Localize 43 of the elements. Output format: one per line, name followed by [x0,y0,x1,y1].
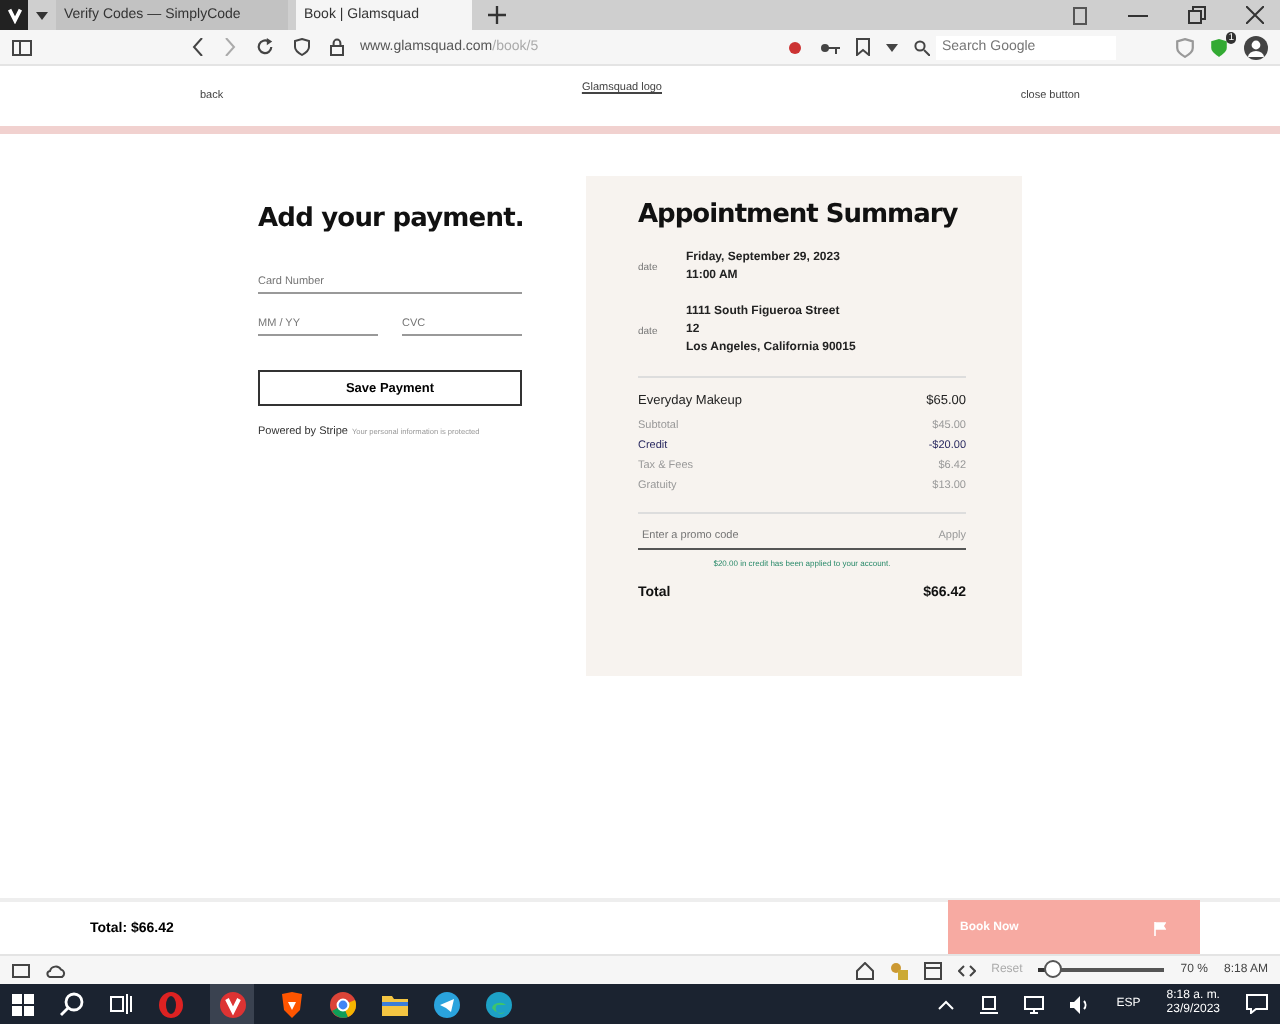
browser-logo-icon[interactable] [0,0,28,30]
key-icon[interactable] [820,41,840,53]
close-icon[interactable] [1246,6,1264,24]
sidebar-icon[interactable] [12,39,32,55]
new-tab-icon[interactable] [488,6,506,24]
opera-icon[interactable] [158,991,184,1017]
shield-check-icon[interactable] [1210,37,1228,57]
chrome-icon[interactable] [330,991,356,1017]
chevron-up-icon[interactable] [938,999,955,1009]
edge-icon[interactable] [486,991,512,1017]
bookmark-icon[interactable] [856,38,870,56]
reload-icon[interactable] [256,38,274,56]
extension-icon[interactable] [786,38,804,56]
paper-plane-icon[interactable] [434,991,460,1017]
home-icon[interactable] [855,961,874,979]
notification-icon[interactable] [1246,994,1268,1014]
lock-icon [330,38,344,56]
task-view-icon[interactable] [110,994,132,1014]
panel-icon[interactable] [1072,5,1088,25]
window-icon[interactable] [923,961,942,979]
device-icon[interactable] [980,995,999,1013]
flag-icon [1154,921,1166,935]
cloud-icon[interactable] [46,963,66,977]
code-icon[interactable] [957,963,976,977]
search-icon [914,39,930,55]
summary-heading: Appointment Summary [638,200,958,233]
panel-icon[interactable] [12,963,30,977]
payment-heading: Add your payment. [258,204,524,237]
lion-shield-icon[interactable] [280,991,304,1017]
avatar-icon[interactable] [1244,35,1268,59]
folder-icon[interactable] [382,993,408,1015]
shield-icon[interactable] [294,38,310,56]
vivaldi-icon[interactable] [210,984,254,1024]
minimize-icon[interactable] [1128,13,1148,17]
restore-icon[interactable] [1188,6,1206,24]
windows-icon[interactable] [12,993,34,1015]
caret-icon[interactable] [886,43,898,51]
search-icon[interactable] [60,992,84,1016]
network-icon[interactable] [1024,995,1045,1013]
caret-icon[interactable] [36,11,48,19]
back-icon[interactable] [192,38,204,56]
speaker-icon[interactable] [1070,995,1091,1013]
slider-thumb[interactable] [1043,960,1062,978]
